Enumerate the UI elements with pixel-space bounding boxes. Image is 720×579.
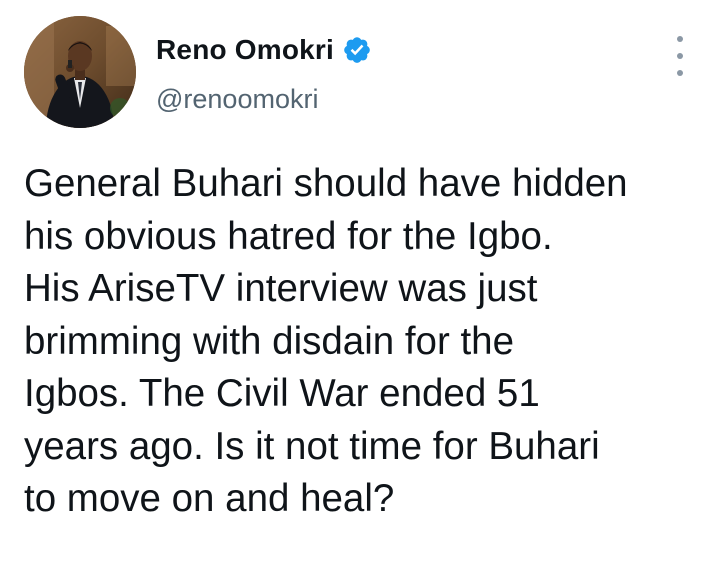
avatar-photo-icon bbox=[24, 16, 136, 128]
author-handle[interactable]: @renoomokri bbox=[156, 84, 372, 115]
tweet-card: Reno Omokri @renoomokri General Buhari s… bbox=[0, 0, 720, 579]
more-options-icon[interactable] bbox=[664, 36, 696, 76]
more-dot bbox=[677, 36, 683, 42]
tweet-header: Reno Omokri @renoomokri bbox=[156, 30, 372, 115]
author-display-name[interactable]: Reno Omokri bbox=[156, 34, 334, 66]
tweet-text: General Buhari should have hidden his ob… bbox=[24, 162, 628, 520]
name-row: Reno Omokri bbox=[156, 30, 372, 70]
author-avatar[interactable] bbox=[24, 16, 136, 128]
verified-badge-icon bbox=[342, 35, 372, 65]
more-dot bbox=[677, 53, 683, 59]
more-dot bbox=[677, 70, 683, 76]
